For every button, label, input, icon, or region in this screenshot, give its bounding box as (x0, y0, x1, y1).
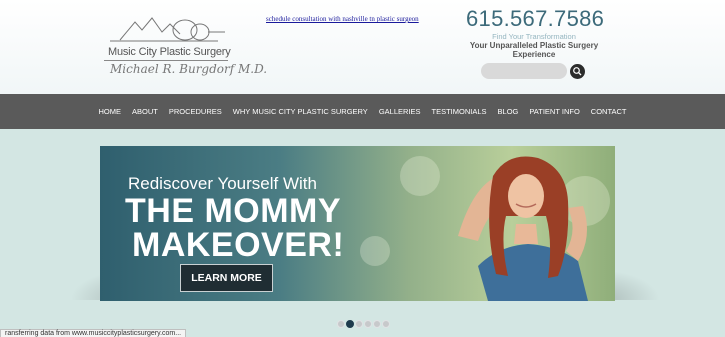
woman-photo (458, 156, 588, 301)
site-header: Music City Plastic Surgery Michael R. Bu… (0, 0, 725, 94)
guitar-logo-icon (110, 17, 225, 42)
hero-line-3: MAKEOVER! (132, 226, 345, 264)
logo[interactable]: Music City Plastic Surgery Michael R. Bu… (100, 8, 267, 83)
slider-dot[interactable] (355, 320, 363, 328)
phone-number[interactable]: 615.567.7586 (466, 6, 604, 32)
search-button[interactable] (570, 64, 585, 79)
main-nav: HOME ABOUT PROCEDURES WHY MUSIC CITY PLA… (0, 94, 725, 129)
nav-item-procedures[interactable]: PROCEDURES (169, 107, 222, 116)
browser-status-bar: ransferring data from www.musiccityplast… (0, 329, 187, 337)
tagline-small: Find Your Transformation (492, 32, 576, 41)
hero-line-1: Rediscover Yourself With (128, 174, 317, 193)
slider-dot[interactable] (382, 320, 390, 328)
search-icon (573, 67, 582, 76)
slider-dot[interactable] (337, 320, 345, 328)
schedule-consultation-link[interactable]: schedule consultation with nashville tn … (266, 15, 419, 23)
nav-item-home[interactable]: HOME (99, 107, 122, 116)
tagline-main: Your Unparalleled Plastic Surgery Experi… (469, 41, 599, 59)
nav-item-contact[interactable]: CONTACT (591, 107, 627, 116)
hero-banner[interactable]: Rediscover Yourself With THE MOMMY MAKEO… (100, 146, 615, 301)
slider-dots (337, 320, 390, 328)
search-input[interactable] (481, 63, 567, 79)
slider-dot[interactable] (373, 320, 381, 328)
logo-title: Music City Plastic Surgery (108, 46, 231, 58)
nav-item-galleries[interactable]: GALLERIES (379, 107, 421, 116)
nav-item-blog[interactable]: BLOG (498, 107, 519, 116)
logo-divider (104, 60, 228, 61)
slider-dot[interactable] (364, 320, 372, 328)
nav-item-about[interactable]: ABOUT (132, 107, 158, 116)
nav-item-patient-info[interactable]: PATIENT INFO (529, 107, 579, 116)
logo-signature: Michael R. Burgdorf M.D. (110, 62, 268, 76)
learn-more-button[interactable]: LEARN MORE (180, 264, 273, 292)
bokeh-light (360, 236, 390, 266)
slider-dot-active[interactable] (346, 320, 354, 328)
nav-item-testimonials[interactable]: TESTIMONIALS (432, 107, 487, 116)
nav-item-why[interactable]: WHY MUSIC CITY PLASTIC SURGERY (233, 107, 368, 116)
